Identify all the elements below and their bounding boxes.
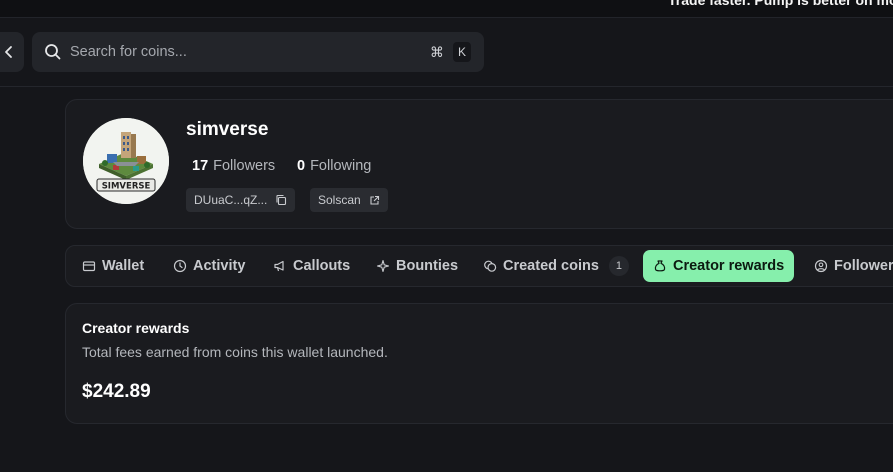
megaphone-icon <box>274 260 284 272</box>
external-link-icon <box>370 195 379 205</box>
tab-callouts[interactable]: Callouts <box>263 250 360 282</box>
following-count: 0 <box>297 158 306 174</box>
profile-username: simverse <box>186 119 269 140</box>
copy-icon[interactable] <box>275 194 287 206</box>
search-input[interactable] <box>70 32 410 72</box>
followers-label: Followers <box>213 158 276 174</box>
profile-card: SIMVERSE simverse 17 Followers 0 Following… <box>65 99 893 229</box>
created-coins-count-badge: 1 <box>608 256 629 276</box>
sparkle-icon <box>376 259 390 273</box>
tab-label: Created coins <box>503 258 599 274</box>
followers-count: 17 <box>192 158 209 174</box>
profile-tabs: Wallet Activity Callouts Bounties Create… <box>65 245 893 287</box>
following-stat[interactable]: 0 Following <box>297 158 371 174</box>
promo-banner: Trade faster. Pump is better on mobile <box>0 0 893 18</box>
simverse-logo-image: SIMVERSE <box>83 118 169 204</box>
top-header: ⌘ K <box>0 18 893 87</box>
back-button[interactable] <box>0 32 24 72</box>
tab-bounties[interactable]: Bounties <box>366 250 468 282</box>
clock-icon <box>173 259 187 273</box>
tab-label: Followers <box>834 258 893 274</box>
search-icon <box>45 44 61 60</box>
tab-wallet[interactable]: Wallet <box>72 250 154 282</box>
following-label: Following <box>310 158 372 174</box>
user-icon <box>814 259 828 273</box>
chevron-left-icon <box>5 46 12 58</box>
tab-followers[interactable]: Followers <box>804 250 893 282</box>
shortcut-k-key: K <box>453 42 471 62</box>
tab-label: Wallet <box>102 258 145 274</box>
tab-created-coins[interactable]: Created coins 1 <box>473 250 639 282</box>
creator-rewards-card: Creator rewards Total fees earned from c… <box>65 303 893 424</box>
solscan-link[interactable]: Solscan <box>310 188 388 212</box>
tab-label: Activity <box>193 258 246 274</box>
search-box[interactable]: ⌘ K <box>32 32 484 72</box>
tab-label: Callouts <box>293 258 351 274</box>
tab-activity[interactable]: Activity <box>163 250 255 282</box>
tab-label: Creator rewards <box>673 258 785 274</box>
shortcut-cmd-key: ⌘ <box>430 43 444 60</box>
followers-stat[interactable]: 17 Followers <box>192 158 275 174</box>
wallet-icon <box>82 261 96 272</box>
solscan-label: Solscan <box>318 193 361 207</box>
moneybag-icon <box>654 260 666 272</box>
coins-icon <box>484 260 497 272</box>
rewards-amount: $242.89 <box>82 381 151 402</box>
wallet-address: DUuaC...qZ... <box>194 193 268 207</box>
svg-text:SIMVERSE: SIMVERSE <box>102 182 151 192</box>
rewards-title: Creator rewards <box>82 320 190 336</box>
rewards-description: Total fees earned from coins this wallet… <box>82 344 388 360</box>
tab-label: Bounties <box>396 258 459 274</box>
banner-text: Trade faster. Pump is better on mobile <box>668 0 893 8</box>
wallet-address-chip[interactable]: DUuaC...qZ... <box>186 188 296 212</box>
tab-creator-rewards[interactable]: Creator rewards <box>643 250 795 282</box>
avatar[interactable]: SIMVERSE <box>83 118 169 204</box>
